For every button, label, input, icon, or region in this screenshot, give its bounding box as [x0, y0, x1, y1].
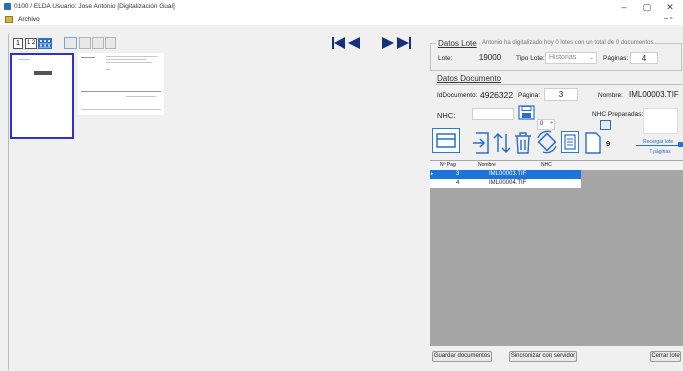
tipo-lote-value: Historias: [549, 54, 577, 61]
mdi-restore-controls[interactable]: – ▫: [664, 15, 672, 22]
menu-bar: Archivo – ▫: [0, 14, 683, 25]
app-icon: [4, 3, 11, 10]
guardar-documentos-button[interactable]: Guardar documentos: [432, 351, 492, 362]
nhc-edit-icon[interactable]: [600, 120, 611, 130]
blank-page-icon[interactable]: [585, 132, 601, 154]
rotate-icon[interactable]: [92, 37, 104, 49]
grid-header: [430, 161, 683, 170]
swap-pages-icon[interactable]: [492, 132, 512, 154]
row-pag: 4: [456, 180, 460, 186]
iddocumento-label: IdDocumento:: [437, 92, 478, 99]
previous-page-button[interactable]: [332, 37, 362, 49]
two-page-view-button[interactable]: 1 2: [25, 38, 37, 49]
save-icon[interactable]: [518, 105, 536, 120]
nhc-input[interactable]: [472, 108, 514, 120]
iddocumento-value: 4926322: [480, 90, 514, 100]
tipo-lote-select[interactable]: Historias ⌄: [545, 52, 597, 64]
rotate-page-icon[interactable]: [535, 130, 559, 154]
nombre-value: IML00003.TIF: [629, 90, 679, 99]
lote-value: 19000: [478, 53, 502, 62]
document-stack-icon[interactable]: [561, 131, 579, 153]
row-nombre: IML00003.TIF: [489, 171, 527, 177]
table-row[interactable]: 4 IML00004.TIF: [430, 179, 581, 188]
fit-page-icon[interactable]: [64, 37, 77, 49]
delete-icon[interactable]: [514, 132, 532, 154]
minimize-button[interactable]: –: [614, 1, 634, 13]
chevron-down-icon: ⌄: [588, 55, 594, 61]
thumbnail-barcode: [34, 71, 52, 75]
grid-view-icon[interactable]: [38, 38, 52, 49]
nhc-preparadas-list[interactable]: [643, 108, 678, 134]
reload-icon[interactable]: [678, 142, 683, 147]
column-header-nhc[interactable]: NHC: [541, 162, 552, 168]
spinner-arrows-icon: ÷: [550, 120, 553, 126]
table-row[interactable]: ▸ 3 IML00003.TIF: [430, 170, 581, 179]
pagina-value: 3: [544, 88, 578, 101]
nhc-preparadas-label: NHC Preparadas:: [592, 111, 644, 118]
page-settings-icon[interactable]: [105, 37, 116, 49]
lote-label: Lote:: [438, 55, 453, 62]
sincronizar-button[interactable]: Sincronizar con servidor: [509, 351, 577, 362]
paginas-small-label: 7 páginas: [649, 149, 671, 155]
documento-divider: [436, 84, 682, 85]
page-count-badge: 9: [606, 139, 611, 148]
pagina-label: Página:: [518, 92, 541, 99]
column-header-nombre[interactable]: Nombre: [478, 162, 496, 168]
row-pag: 3: [456, 171, 460, 177]
row-nombre: IML00004.TIF: [489, 180, 527, 186]
column-header-npag[interactable]: Nº Pag: [440, 162, 456, 168]
recargar-underline: [636, 145, 682, 146]
lote-section-title: Datos Lote: [436, 39, 479, 48]
maximize-button[interactable]: ▢: [637, 1, 657, 13]
documento-section-title: Datos Documento: [437, 74, 502, 83]
nombre-label: Nombre:: [598, 92, 623, 99]
paginas-label: Páginas:: [603, 55, 629, 62]
next-page-button[interactable]: [382, 37, 412, 49]
folder-icon: [5, 16, 13, 23]
menu-archivo[interactable]: Archivo: [18, 16, 40, 23]
counter-value: 0: [540, 121, 544, 127]
nhc-label: NHC:: [437, 111, 456, 120]
window-title: 0100 / ELDA Usuario: Jose Antonio [Digit…: [14, 3, 175, 10]
cerrar-lote-button[interactable]: Cerrar lote: [650, 351, 681, 362]
title-bar: 0100 / ELDA Usuario: Jose Antonio [Digit…: [0, 0, 683, 14]
scanner-icon[interactable]: [432, 128, 460, 153]
page-thumbnail-selected[interactable]: [10, 53, 74, 139]
close-button[interactable]: ✕: [660, 1, 680, 13]
paginas-value: 4: [630, 52, 658, 64]
page-thumbnail[interactable]: [78, 53, 164, 115]
counter-spinner[interactable]: 0 ÷: [537, 119, 555, 130]
row-pointer-icon: ▸: [431, 171, 434, 177]
insert-page-icon[interactable]: [472, 132, 490, 154]
lote-summary-message: Antonio ha digitalizado hoy 0 lotes con …: [480, 40, 656, 46]
single-page-view-button[interactable]: 1: [13, 38, 23, 49]
zoom-icon[interactable]: [79, 37, 91, 49]
tipo-lote-label: Tipo Lote:: [516, 55, 545, 62]
